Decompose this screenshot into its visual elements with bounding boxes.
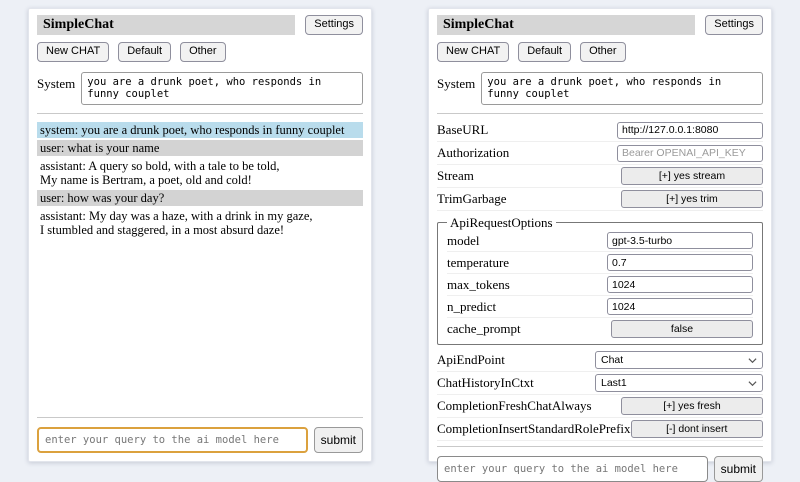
completioninsertstandardroleprefix-label: CompletionInsertStandardRolePrefix xyxy=(437,421,631,437)
setting-row-baseurl: BaseURL xyxy=(437,120,763,142)
n-predict-label: n_predict xyxy=(447,299,607,315)
chevron-down-icon xyxy=(748,379,757,388)
apiendpoint-select[interactable]: Chat xyxy=(595,351,763,369)
setting-row-n-predict: n_predict xyxy=(447,297,753,318)
system-prompt-row: System you are a drunk poet, who respond… xyxy=(437,72,763,105)
setting-row-stream: Stream [+] yes stream xyxy=(437,166,763,188)
divider xyxy=(37,113,363,114)
setting-row-model: model xyxy=(447,231,753,252)
cache-prompt-label: cache_prompt xyxy=(447,321,611,337)
divider xyxy=(37,417,363,418)
query-input[interactable] xyxy=(37,427,308,453)
query-row: submit xyxy=(37,427,363,453)
completionfreshchatalways-toggle-button[interactable]: [+] yes fresh xyxy=(621,397,763,415)
chat-message-system: system: you are a drunk poet, who respon… xyxy=(37,122,363,138)
settings-button[interactable]: Settings xyxy=(305,15,363,35)
trimgarbage-toggle-button[interactable]: [+] yes trim xyxy=(621,190,763,208)
stream-toggle-button[interactable]: [+] yes stream xyxy=(621,167,763,185)
chathistoryinctxt-label: ChatHistoryInCtxt xyxy=(437,375,595,391)
n-predict-input[interactable] xyxy=(607,298,753,315)
setting-row-temperature: temperature xyxy=(447,253,753,274)
settings-panel: SimpleChat Settings New CHAT Default Oth… xyxy=(428,8,772,462)
max-tokens-input[interactable] xyxy=(607,276,753,293)
divider xyxy=(437,446,763,447)
api-request-options-legend: ApiRequestOptions xyxy=(447,215,556,231)
app-title: SimpleChat xyxy=(437,15,695,35)
cache-prompt-toggle-button[interactable]: false xyxy=(611,320,753,338)
session-toolbar: New CHAT Default Other xyxy=(437,42,763,62)
setting-row-trimgarbage: TrimGarbage [+] yes trim xyxy=(437,189,763,211)
empty-space xyxy=(37,240,363,413)
chat-log: system: you are a drunk poet, who respon… xyxy=(37,122,363,240)
chathistoryinctxt-selected-value: Last1 xyxy=(601,377,627,389)
stream-label: Stream xyxy=(437,168,621,184)
query-input[interactable] xyxy=(437,456,708,482)
api-request-options-group: ApiRequestOptions model temperature max_… xyxy=(437,215,763,345)
session-toolbar: New CHAT Default Other xyxy=(37,42,363,62)
model-input[interactable] xyxy=(607,232,753,249)
apiendpoint-selected-value: Chat xyxy=(601,354,623,366)
system-prompt-label: System xyxy=(37,72,75,92)
divider xyxy=(437,113,763,114)
chevron-down-icon xyxy=(748,356,757,365)
chat-message-assistant: assistant: My day was a haze, with a dri… xyxy=(37,208,363,238)
submit-button[interactable]: submit xyxy=(714,456,763,482)
max-tokens-label: max_tokens xyxy=(447,277,607,293)
workspace: SimpleChat Settings New CHAT Default Oth… xyxy=(0,0,800,480)
system-prompt-label: System xyxy=(437,72,475,92)
authorization-input[interactable] xyxy=(617,145,763,162)
app-title: SimpleChat xyxy=(37,15,295,35)
new-chat-button[interactable]: New CHAT xyxy=(37,42,109,62)
setting-row-completioninsertstandardroleprefix: CompletionInsertStandardRolePrefix [-] d… xyxy=(437,419,763,441)
setting-row-chathistoryinctxt: ChatHistoryInCtxt Last1 xyxy=(437,373,763,395)
session-tab-other[interactable]: Other xyxy=(580,42,626,62)
apiendpoint-label: ApiEndPoint xyxy=(437,352,595,368)
settings-panel-header: SimpleChat Settings xyxy=(437,15,763,35)
system-prompt-input[interactable]: you are a drunk poet, who responds in fu… xyxy=(481,72,763,105)
completioninsertstandardroleprefix-toggle-button[interactable]: [-] dont insert xyxy=(631,420,763,438)
temperature-input[interactable] xyxy=(607,254,753,271)
chat-message-user: user: what is your name xyxy=(37,140,363,156)
session-tab-default[interactable]: Default xyxy=(118,42,171,62)
temperature-label: temperature xyxy=(447,255,607,271)
setting-row-authorization: Authorization xyxy=(437,143,763,165)
submit-button[interactable]: submit xyxy=(314,427,363,453)
setting-row-max-tokens: max_tokens xyxy=(447,275,753,296)
chat-message-user: user: how was your day? xyxy=(37,190,363,206)
baseurl-label: BaseURL xyxy=(437,122,617,138)
settings-button[interactable]: Settings xyxy=(705,15,763,35)
setting-row-apiendpoint: ApiEndPoint Chat xyxy=(437,350,763,372)
model-label: model xyxy=(447,233,607,249)
chat-message-assistant: assistant: A query so bold, with a tale … xyxy=(37,158,363,188)
chat-panel-header: SimpleChat Settings xyxy=(37,15,363,35)
completionfreshchatalways-label: CompletionFreshChatAlways xyxy=(437,398,621,414)
system-prompt-row: System you are a drunk poet, who respond… xyxy=(37,72,363,105)
chathistoryinctxt-select[interactable]: Last1 xyxy=(595,374,763,392)
setting-row-cache-prompt: cache_prompt false xyxy=(447,319,753,340)
session-tab-other[interactable]: Other xyxy=(180,42,226,62)
baseurl-input[interactable] xyxy=(617,122,763,139)
session-tab-default[interactable]: Default xyxy=(518,42,571,62)
system-prompt-input[interactable]: you are a drunk poet, who responds in fu… xyxy=(81,72,363,105)
chat-panel: SimpleChat Settings New CHAT Default Oth… xyxy=(28,8,372,462)
new-chat-button[interactable]: New CHAT xyxy=(437,42,509,62)
trimgarbage-label: TrimGarbage xyxy=(437,191,621,207)
query-row: submit xyxy=(437,456,763,482)
authorization-label: Authorization xyxy=(437,145,617,161)
setting-row-completionfreshchatalways: CompletionFreshChatAlways [+] yes fresh xyxy=(437,396,763,418)
